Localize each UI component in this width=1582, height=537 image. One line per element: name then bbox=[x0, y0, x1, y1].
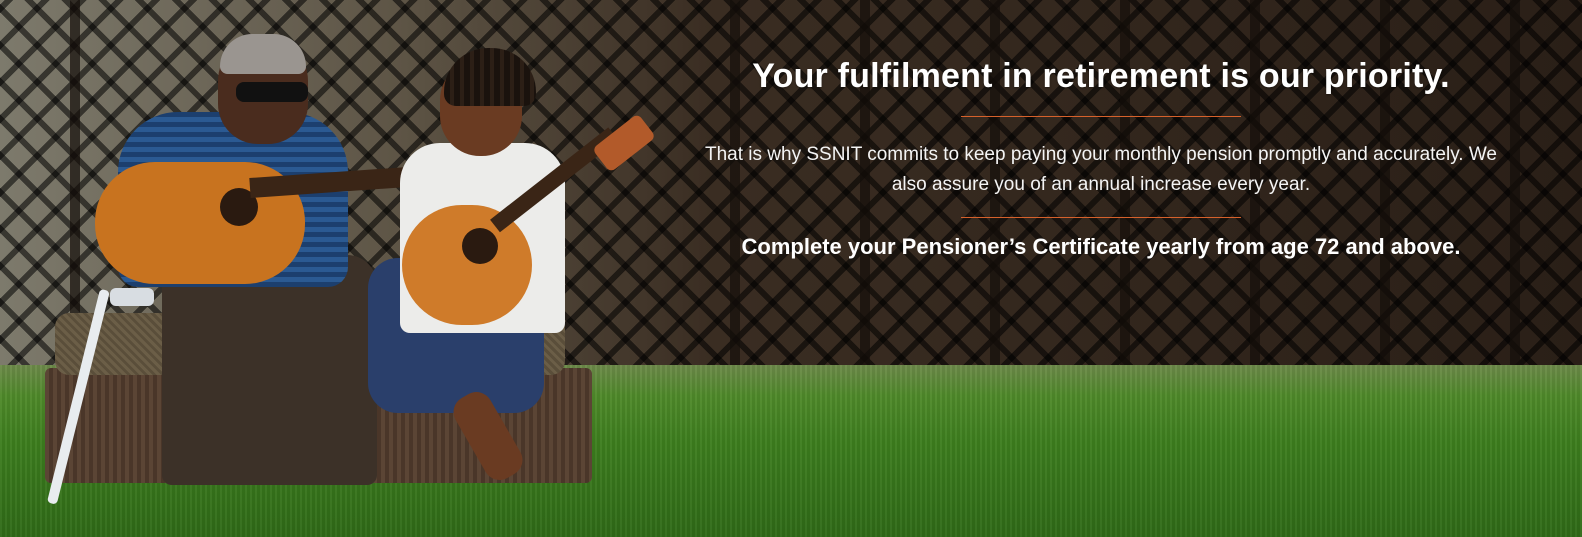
sunglasses bbox=[236, 82, 308, 102]
hero-banner: Your fulfilment in retirement is our pri… bbox=[0, 0, 1582, 537]
accent-divider bbox=[961, 116, 1241, 118]
banner-headline: Your fulfilment in retirement is our pri… bbox=[752, 57, 1450, 95]
crutch-handle bbox=[110, 288, 154, 306]
man-legs bbox=[162, 255, 377, 485]
girl-guitar-soundhole bbox=[462, 228, 498, 264]
accent-divider bbox=[961, 217, 1241, 219]
banner-cta-text: Complete your Pensioner’s Certificate ye… bbox=[741, 234, 1461, 260]
man-hair bbox=[220, 34, 306, 74]
banner-body-text: That is why SSNIT commits to keep paying… bbox=[704, 144, 1498, 196]
girl-guitar-body bbox=[402, 205, 532, 325]
banner-text: Your fulfilment in retirement is our pri… bbox=[660, 57, 1542, 260]
